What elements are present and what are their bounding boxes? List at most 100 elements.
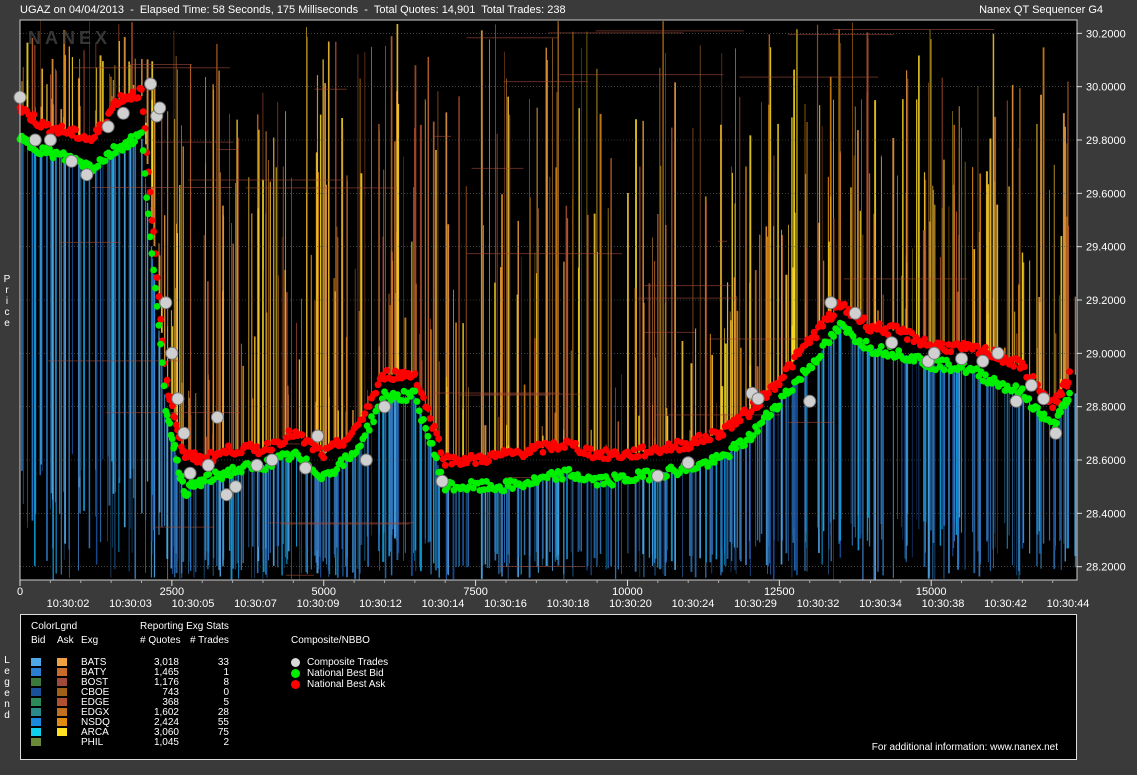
bid-point xyxy=(139,147,147,154)
legend-ask-swatch xyxy=(57,678,67,686)
legend-bid-swatch xyxy=(31,658,41,666)
bid-point xyxy=(201,477,208,485)
x-tick-label: 7500 xyxy=(463,586,487,598)
trade-point xyxy=(101,120,115,134)
watermark: NANEX xyxy=(28,28,111,48)
bid-point xyxy=(797,376,805,383)
time-tick-label: 10:30:42 xyxy=(984,598,1027,610)
ask-point xyxy=(1066,368,1073,375)
y-tick-label: 29.0000 xyxy=(1086,348,1126,360)
bid-point xyxy=(754,427,761,435)
ask-point xyxy=(146,188,154,196)
trade-point xyxy=(991,346,1005,360)
bid-point xyxy=(726,453,733,461)
time-tick-label: 10:30:18 xyxy=(547,598,590,610)
bid-point xyxy=(593,481,601,489)
ask-point xyxy=(30,111,38,118)
bid-point xyxy=(767,411,775,419)
bid-point xyxy=(101,157,109,165)
bid-point xyxy=(428,439,436,447)
trade-point xyxy=(311,429,325,443)
ask-point xyxy=(44,120,52,128)
time-tick-label: 10:30:29 xyxy=(734,598,777,610)
legend-exchange: PHIL xyxy=(81,737,104,748)
ask-point xyxy=(372,389,380,397)
ask-point xyxy=(138,85,145,93)
ask-point xyxy=(1064,379,1072,387)
time-tick-label: 10:30:02 xyxy=(47,598,90,610)
time-tick-label: 10:30:14 xyxy=(422,598,465,610)
x-tick-label: 5000 xyxy=(311,586,335,598)
bid-point xyxy=(789,387,796,394)
time-tick-label: 10:30:09 xyxy=(297,598,340,610)
time-tick-label: 10:30:24 xyxy=(672,598,715,610)
trade-point xyxy=(165,346,179,360)
trade-point xyxy=(803,394,817,408)
ask-point xyxy=(72,126,79,133)
bid-point xyxy=(608,481,616,489)
ask-point xyxy=(706,436,714,444)
y-tick-label: 28.4000 xyxy=(1086,508,1126,520)
side-label-char: r xyxy=(5,285,9,296)
legend-composite-dot xyxy=(291,680,300,689)
bid-point xyxy=(825,339,833,347)
time-tick-label: 10:30:03 xyxy=(109,598,152,610)
bid-point xyxy=(1057,408,1064,416)
side-label-char: d xyxy=(4,710,10,721)
legend-bid-swatch xyxy=(31,718,41,726)
ask-point xyxy=(253,443,260,450)
trade-point xyxy=(299,461,312,475)
trade-point xyxy=(1037,392,1051,406)
ask-point xyxy=(789,363,796,371)
bid-point xyxy=(155,321,163,329)
y-tick-label: 30.2000 xyxy=(1086,28,1126,40)
bid-point xyxy=(166,419,174,427)
trade-point xyxy=(435,474,449,488)
ask-point xyxy=(841,300,848,308)
bid-point xyxy=(160,382,168,390)
ask-point xyxy=(780,373,788,381)
legend-panel: ColorLgnd Bid Ask Exg Reporting Exg Stat… xyxy=(20,614,1077,760)
trade-point xyxy=(144,77,158,91)
legend-ask-swatch xyxy=(57,718,67,726)
legend-exg-header: Exg xyxy=(81,635,99,646)
bid-point xyxy=(862,337,870,345)
trade-point xyxy=(43,133,57,147)
trade-point xyxy=(927,346,941,360)
trade-point xyxy=(681,456,695,470)
bid-point xyxy=(867,344,874,352)
y-tick-label: 28.2000 xyxy=(1086,562,1126,574)
time-tick-label: 10:30:34 xyxy=(859,598,902,610)
trade-point xyxy=(65,154,79,168)
trade-point xyxy=(177,426,191,440)
side-label-char: P xyxy=(3,274,11,285)
bid-point xyxy=(940,366,948,374)
ask-point xyxy=(1021,363,1028,371)
x-tick-label: 10000 xyxy=(612,586,643,598)
time-tick-label: 10:30:20 xyxy=(609,598,652,610)
ask-point xyxy=(157,315,165,323)
ask-point xyxy=(139,108,147,116)
bid-point xyxy=(179,478,187,485)
legend-ask-header: Ask xyxy=(57,635,74,646)
ask-point xyxy=(431,422,438,430)
bid-point xyxy=(365,426,373,434)
bid-point xyxy=(143,194,151,202)
x-tick-label: 15000 xyxy=(916,586,947,598)
legend-bid-swatch xyxy=(31,738,41,746)
ask-point xyxy=(263,439,271,447)
x-tick-label: 12500 xyxy=(764,586,795,598)
legend-quotes-header: # Quotes xyxy=(140,635,181,646)
bid-point xyxy=(830,333,837,340)
trade-point xyxy=(210,410,224,424)
trade-point xyxy=(359,453,373,467)
ask-point xyxy=(875,320,883,328)
legend-composite-dot xyxy=(291,658,300,667)
ask-point xyxy=(197,453,205,461)
legend-composite-label: Composite Trades xyxy=(307,657,389,668)
bid-point xyxy=(433,454,440,462)
bid-point xyxy=(411,387,419,395)
bid-point xyxy=(357,442,364,450)
time-tick-label: 10:30:32 xyxy=(797,598,840,610)
ask-point xyxy=(148,217,156,224)
